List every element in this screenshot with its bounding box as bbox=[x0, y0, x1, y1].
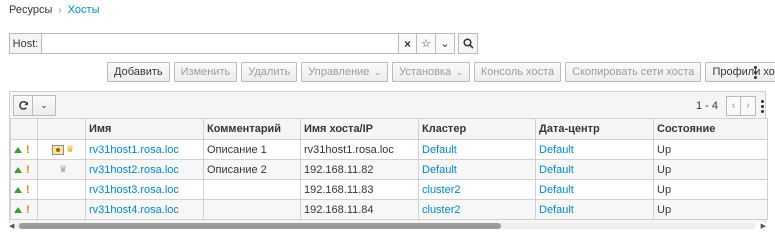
chevron-down-icon: ⌄ bbox=[456, 67, 463, 77]
hosts-table: Имя Комментарий Имя хоста/IP Кластер Дат… bbox=[10, 118, 768, 220]
datacenter-link[interactable]: Default bbox=[535, 159, 654, 180]
clear-search-icon[interactable]: × bbox=[399, 33, 417, 54]
host-comment: Описание 1 bbox=[203, 139, 301, 160]
host-address: 192.168.11.84 bbox=[300, 199, 419, 220]
header-name[interactable]: Имя bbox=[85, 118, 204, 140]
search-icon bbox=[462, 38, 474, 49]
search-input[interactable] bbox=[41, 33, 399, 54]
horizontal-scrollbar[interactable]: ◀ ▶ bbox=[9, 223, 766, 230]
prev-page-icon[interactable]: ‹ bbox=[726, 95, 742, 116]
refresh-group: ⌄ bbox=[13, 95, 56, 116]
host-actions-toolbar: Добавить Изменить Удалить Управление ⌄ Ус… bbox=[107, 62, 775, 82]
hosted-engine-icon bbox=[51, 144, 64, 155]
chevron-down-icon: ⌄ bbox=[40, 100, 48, 110]
status-up-icon bbox=[14, 206, 22, 213]
host-address: rv31host1.rosa.loc bbox=[300, 139, 419, 160]
host-profiles-button[interactable]: Профили хостов bbox=[705, 62, 775, 82]
host-status: Up bbox=[653, 179, 768, 200]
edit-button[interactable]: Изменить bbox=[173, 62, 238, 82]
warning-icon: ! bbox=[26, 183, 30, 196]
table-row[interactable]: ! ♛ rv31host2.rosa.loc Описание 2 192.16… bbox=[10, 159, 768, 180]
scroll-right-icon[interactable]: ▶ bbox=[761, 222, 766, 230]
installation-label: Установка bbox=[399, 66, 452, 78]
cluster-link[interactable]: cluster2 bbox=[418, 179, 536, 200]
host-name-link[interactable]: rv31host2.rosa.loc bbox=[85, 159, 204, 180]
status-up-icon bbox=[14, 186, 22, 193]
chevron-down-icon: ⌄ bbox=[374, 67, 382, 77]
copy-host-networks-button[interactable]: Скопировать сети хоста bbox=[565, 62, 702, 82]
status-up-icon bbox=[14, 146, 22, 153]
breadcrumb-resources[interactable]: Ресурсы bbox=[9, 4, 52, 16]
search-bar: Host: × ☆ ⌄ bbox=[9, 33, 478, 54]
status-icons-cell: ! bbox=[10, 179, 38, 200]
cluster-link[interactable]: Default bbox=[418, 159, 536, 180]
datacenter-link[interactable]: Default bbox=[535, 199, 654, 220]
spm-cell: ♛ bbox=[37, 159, 86, 180]
host-name-link[interactable]: rv31host4.rosa.loc bbox=[85, 199, 204, 220]
status-up-icon bbox=[14, 166, 22, 173]
spm-cell bbox=[37, 179, 86, 200]
host-console-button[interactable]: Консоль хоста bbox=[473, 62, 562, 82]
management-label: Управление bbox=[308, 66, 370, 78]
status-icons-cell: ! bbox=[10, 199, 38, 220]
spm-cell bbox=[37, 199, 86, 220]
bookmark-dropdown-icon[interactable]: ⌄ bbox=[436, 33, 455, 54]
spm-cell: ♛ bbox=[37, 139, 86, 160]
host-status: Up bbox=[653, 159, 768, 180]
host-comment bbox=[203, 199, 301, 220]
host-comment bbox=[203, 179, 301, 200]
warning-icon: ! bbox=[26, 203, 30, 216]
refresh-button[interactable] bbox=[13, 95, 33, 116]
header-status[interactable]: Состояние bbox=[653, 118, 768, 140]
scrollbar-thumb[interactable] bbox=[19, 223, 501, 229]
header-datacenter[interactable]: Дата-центр bbox=[535, 118, 654, 140]
pagination: 1 - 4 ‹ › bbox=[696, 95, 757, 116]
grid-kebab-icon[interactable] bbox=[759, 98, 765, 114]
host-status: Up bbox=[653, 199, 768, 220]
host-name-link[interactable]: rv31host1.rosa.loc bbox=[85, 139, 204, 160]
header-comment[interactable]: Комментарий bbox=[203, 118, 301, 140]
scroll-left-icon[interactable]: ◀ bbox=[9, 222, 14, 230]
search-prefix-label: Host: bbox=[9, 33, 41, 54]
breadcrumb: Ресурсы › Хосты bbox=[9, 3, 100, 17]
header-host-ip[interactable]: Имя хоста/IP bbox=[300, 118, 419, 140]
warning-icon: ! bbox=[26, 163, 30, 176]
cluster-link[interactable]: Default bbox=[418, 139, 536, 160]
host-name-link[interactable]: rv31host3.rosa.loc bbox=[85, 179, 204, 200]
breadcrumb-hosts[interactable]: Хосты bbox=[68, 4, 100, 16]
datacenter-link[interactable]: Default bbox=[535, 139, 654, 160]
host-address: 192.168.11.83 bbox=[300, 179, 419, 200]
table-row[interactable]: ! rv31host4.rosa.loc 192.168.11.84 clust… bbox=[10, 199, 768, 220]
bookmark-star-icon[interactable]: ☆ bbox=[417, 33, 436, 54]
management-dropdown[interactable]: Управление ⌄ bbox=[301, 62, 389, 82]
hosts-grid-panel: ⌄ 1 - 4 ‹ › Имя Комментарий Имя хоста/IP… bbox=[9, 91, 768, 230]
host-address: 192.168.11.82 bbox=[300, 159, 419, 180]
header-cluster[interactable]: Кластер bbox=[418, 118, 536, 140]
status-icons-cell: ! bbox=[10, 139, 38, 160]
host-comment: Описание 2 bbox=[203, 159, 301, 180]
breadcrumb-separator-icon: › bbox=[58, 4, 62, 16]
next-page-icon[interactable]: › bbox=[741, 95, 757, 116]
datacenter-link[interactable]: Default bbox=[535, 179, 654, 200]
header-extra-icons bbox=[37, 118, 86, 140]
table-header-row: Имя Комментарий Имя хоста/IP Кластер Дат… bbox=[10, 118, 768, 140]
search-button[interactable] bbox=[458, 33, 478, 54]
refresh-interval-dropdown[interactable]: ⌄ bbox=[33, 95, 56, 116]
add-button[interactable]: Добавить bbox=[107, 62, 170, 82]
table-row[interactable]: ! ♛ rv31host1.rosa.loc Описание 1 rv31ho… bbox=[10, 139, 768, 160]
cluster-link[interactable]: cluster2 bbox=[418, 199, 536, 220]
spm-crown-icon: ♛ bbox=[65, 144, 75, 154]
refresh-icon bbox=[18, 101, 28, 110]
spm-crown-icon: ♛ bbox=[58, 164, 68, 174]
warning-icon: ! bbox=[26, 143, 30, 156]
header-status-icons bbox=[10, 118, 38, 140]
toolbar-kebab-icon[interactable] bbox=[751, 62, 759, 82]
status-icons-cell: ! bbox=[10, 159, 38, 180]
installation-dropdown[interactable]: Установка ⌄ bbox=[392, 62, 470, 82]
page-range: 1 - 4 bbox=[696, 99, 719, 112]
remove-button[interactable]: Удалить bbox=[241, 62, 298, 82]
host-status: Up bbox=[653, 139, 768, 160]
table-row[interactable]: ! rv31host3.rosa.loc 192.168.11.83 clust… bbox=[10, 179, 768, 200]
